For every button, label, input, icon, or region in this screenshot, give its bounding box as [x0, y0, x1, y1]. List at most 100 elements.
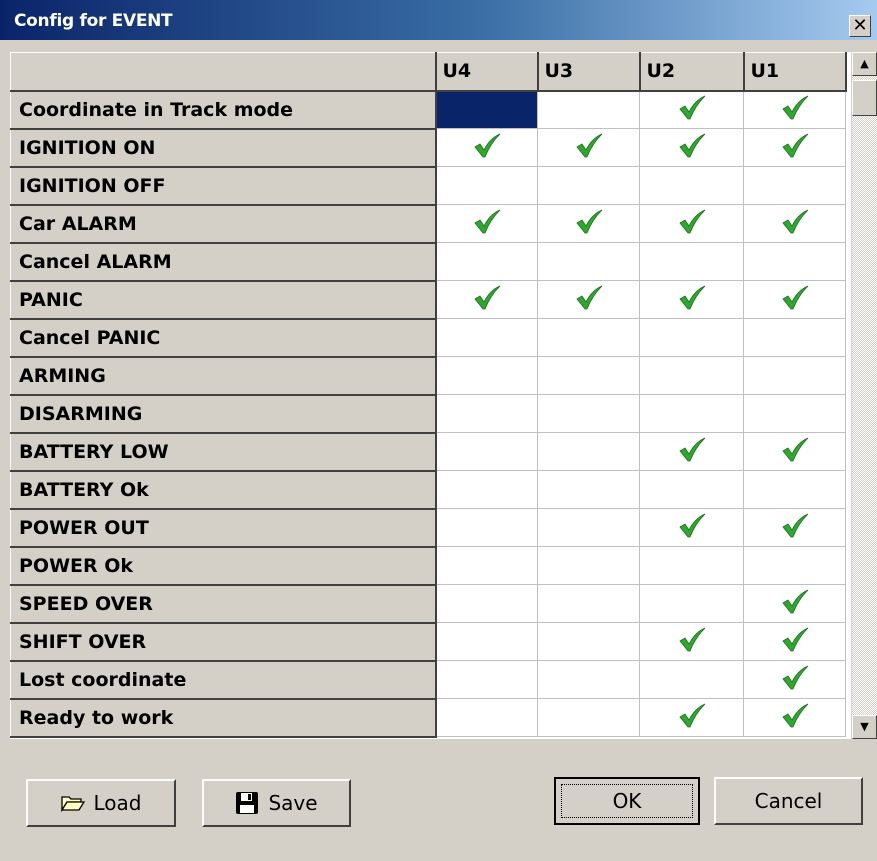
grid-cell[interactable]: [537, 128, 640, 167]
selected-cell[interactable]: [435, 90, 538, 129]
row-header[interactable]: DISARMING: [10, 394, 437, 434]
scroll-up-button[interactable]: ▲: [852, 52, 877, 76]
row-header[interactable]: PANIC: [10, 280, 437, 320]
grid-cell[interactable]: [435, 318, 538, 357]
grid-cell[interactable]: [639, 698, 744, 737]
grid-cell[interactable]: [743, 280, 846, 319]
grid-cell[interactable]: [743, 356, 846, 395]
grid-cell[interactable]: [639, 280, 744, 319]
column-header-u4[interactable]: U4: [435, 52, 539, 92]
grid-cell[interactable]: [537, 698, 640, 737]
grid-cell[interactable]: [435, 394, 538, 433]
grid-cell[interactable]: [435, 660, 538, 699]
grid-cell[interactable]: [743, 90, 846, 129]
grid-cell[interactable]: [639, 622, 744, 661]
grid-cell[interactable]: [743, 128, 846, 167]
grid-cell[interactable]: [639, 318, 744, 357]
grid-cell[interactable]: [537, 280, 640, 319]
grid-cell[interactable]: [537, 242, 640, 281]
grid-cell[interactable]: [639, 356, 744, 395]
scroll-down-button[interactable]: ▼: [852, 715, 877, 739]
row-header[interactable]: Ready to work: [10, 698, 437, 738]
grid-cell[interactable]: [743, 394, 846, 433]
corner-header[interactable]: [10, 52, 437, 92]
row-header[interactable]: Coordinate in Track mode: [10, 90, 437, 130]
grid-cell[interactable]: [435, 242, 538, 281]
grid-cell[interactable]: [435, 356, 538, 395]
grid-cell[interactable]: [639, 394, 744, 433]
grid-cell[interactable]: [537, 432, 640, 471]
grid-cell[interactable]: [743, 698, 846, 737]
close-button[interactable]: ✕: [849, 15, 871, 37]
grid-cell[interactable]: [537, 508, 640, 547]
grid-cell[interactable]: [435, 584, 538, 623]
grid-cell[interactable]: [537, 90, 640, 129]
row-header[interactable]: IGNITION OFF: [10, 166, 437, 206]
row-header[interactable]: SPEED OVER: [10, 584, 437, 624]
grid-cell[interactable]: [743, 584, 846, 623]
grid-cell[interactable]: [639, 660, 744, 699]
grid-cell[interactable]: [537, 546, 640, 585]
grid-cell[interactable]: [639, 166, 744, 205]
grid-cell[interactable]: [435, 698, 538, 737]
grid-cell[interactable]: [639, 128, 744, 167]
row-header[interactable]: Lost coordinate: [10, 660, 437, 700]
grid-cell[interactable]: [639, 204, 744, 243]
grid-cell[interactable]: [537, 318, 640, 357]
column-header-u1[interactable]: U1: [743, 52, 847, 92]
grid-cell[interactable]: [743, 432, 846, 471]
grid-cell[interactable]: [743, 204, 846, 243]
grid-cell[interactable]: [639, 508, 744, 547]
grid-cell[interactable]: [639, 584, 744, 623]
grid-cell[interactable]: [537, 470, 640, 509]
grid-cell[interactable]: [743, 546, 846, 585]
grid-cell[interactable]: [639, 90, 744, 129]
row-header[interactable]: IGNITION ON: [10, 128, 437, 168]
grid-cell[interactable]: [743, 508, 846, 547]
save-button[interactable]: Save: [202, 779, 351, 827]
column-header-u3[interactable]: U3: [537, 52, 641, 92]
grid-cell[interactable]: [639, 546, 744, 585]
load-button[interactable]: Load: [26, 779, 176, 827]
table-row: SPEED OVER: [10, 584, 846, 624]
grid-cell[interactable]: [537, 584, 640, 623]
grid-cell[interactable]: [537, 204, 640, 243]
grid-cell[interactable]: [743, 318, 846, 357]
row-header[interactable]: POWER Ok: [10, 546, 437, 586]
grid-cell[interactable]: [639, 470, 744, 509]
grid-cell[interactable]: [639, 432, 744, 471]
grid-cell[interactable]: [435, 204, 538, 243]
grid-cell[interactable]: [537, 622, 640, 661]
grid-cell[interactable]: [435, 546, 538, 585]
row-header[interactable]: Car ALARM: [10, 204, 437, 244]
scroll-thumb[interactable]: [852, 80, 877, 116]
grid-cell[interactable]: [435, 508, 538, 547]
row-header[interactable]: BATTERY Ok: [10, 470, 437, 510]
grid-cell[interactable]: [537, 394, 640, 433]
column-header-u2[interactable]: U2: [639, 52, 745, 92]
row-header[interactable]: POWER OUT: [10, 508, 437, 548]
ok-button[interactable]: OK: [554, 777, 700, 825]
grid-cell[interactable]: [743, 166, 846, 205]
grid-cell[interactable]: [743, 470, 846, 509]
row-header[interactable]: Cancel ALARM: [10, 242, 437, 282]
grid-cell[interactable]: [743, 622, 846, 661]
row-header[interactable]: SHIFT OVER: [10, 622, 437, 662]
row-header[interactable]: Cancel PANIC: [10, 318, 437, 358]
vertical-scrollbar[interactable]: ▲ ▼: [852, 52, 877, 739]
grid-cell[interactable]: [537, 356, 640, 395]
grid-cell[interactable]: [435, 166, 538, 205]
cancel-button[interactable]: Cancel: [714, 777, 863, 825]
row-header[interactable]: BATTERY LOW: [10, 432, 437, 472]
grid-cell[interactable]: [743, 660, 846, 699]
grid-cell[interactable]: [537, 660, 640, 699]
grid-cell[interactable]: [435, 432, 538, 471]
grid-cell[interactable]: [435, 128, 538, 167]
grid-cell[interactable]: [435, 280, 538, 319]
row-header[interactable]: ARMING: [10, 356, 437, 396]
grid-cell[interactable]: [435, 622, 538, 661]
grid-cell[interactable]: [743, 242, 846, 281]
grid-cell[interactable]: [639, 242, 744, 281]
grid-cell[interactable]: [537, 166, 640, 205]
grid-cell[interactable]: [435, 470, 538, 509]
